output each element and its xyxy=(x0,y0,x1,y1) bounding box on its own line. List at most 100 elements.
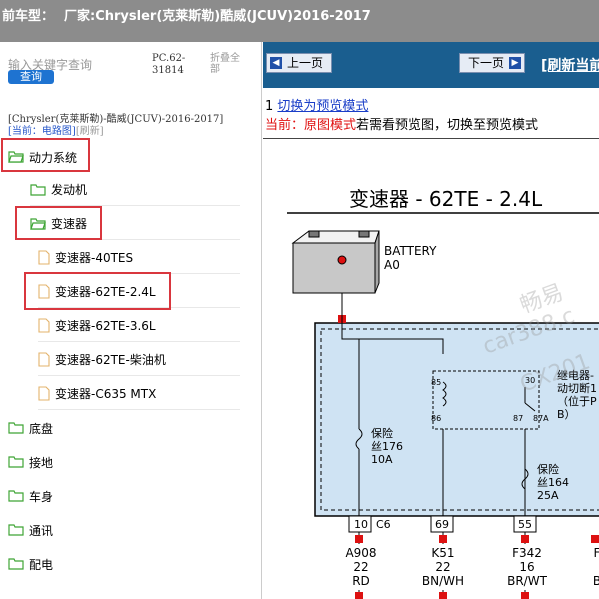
next-page-button[interactable]: 下一页 ▶ xyxy=(459,53,525,73)
left-panel: 输入关键字查询 查询 PC.62- 31814 折叠全 部 [Chrysler(… xyxy=(0,42,262,599)
document-icon xyxy=(38,352,50,367)
document-icon xyxy=(38,250,50,265)
switch-preview-link[interactable]: 切换为预览模式 xyxy=(277,99,368,114)
wire-f342-gauge: 16 xyxy=(519,560,534,574)
tree-item-trans-62te-36l[interactable]: 变速器-62TE-3.6L xyxy=(38,310,240,342)
collapse-all-button[interactable]: 折叠全 部 xyxy=(210,53,250,75)
current-mode-line: 当前：原图模式若需看预览图，切换至预览模式 xyxy=(265,114,538,133)
header-label: 前车型： xyxy=(2,9,55,24)
arrow-left-icon: ◀ xyxy=(270,57,282,69)
wire-a908-gauge: 22 xyxy=(353,560,368,574)
tree-item-trans-c635[interactable]: 变速器-C635 MTX xyxy=(38,378,240,410)
relay-pin-87: 87 xyxy=(513,414,523,423)
folder-icon xyxy=(8,456,24,468)
vehicle-model: Chrysler(克莱斯勒)酷威(JCUV)2016-2017 xyxy=(95,9,371,24)
relay-pin-87a: 87A xyxy=(533,414,549,423)
tree-item-label: 变速器-62TE-3.6L xyxy=(55,319,156,333)
fuse-164-label-2: 丝164 xyxy=(537,476,569,489)
fuse-164-label-1: 保险 xyxy=(537,462,559,476)
arrow-right-icon: ▶ xyxy=(509,57,521,69)
fuse-164-label-3: 25A xyxy=(537,489,559,502)
tree-item-communication[interactable]: 通讯 xyxy=(8,514,53,546)
search-button[interactable]: 查询 xyxy=(8,70,54,84)
current-mode-prefix: 当前： xyxy=(265,118,305,133)
right-panel: ◀ 上一页 下一页 ▶ [刷新当前 1 切换为预览模式 当前：原图模式若需看预览… xyxy=(263,42,599,599)
battery-icon xyxy=(291,230,380,294)
wire-labels: A908 22 RD K51 22 BN/WH F342 16 BR/WT F … xyxy=(345,544,599,590)
tree-item-label: 变速器-40TES xyxy=(55,251,134,265)
wire-a908-id: A908 xyxy=(345,546,376,560)
tree-item-power-distribution[interactable]: 配电 xyxy=(8,548,53,580)
vendor-label: 厂家: xyxy=(64,9,96,24)
relay-pin-85: 85 xyxy=(431,378,441,387)
relay-pin-86: 86 xyxy=(431,414,441,423)
prev-page-label: 上一页 xyxy=(287,56,324,70)
breadcrumb: [Chrysler(克莱斯勒)-酷威(JCUV)-2016-2017] [当前：… xyxy=(8,114,223,138)
wire-a908-color: RD xyxy=(352,574,370,588)
folder-icon xyxy=(30,183,46,196)
tree-item-ground[interactable]: 接地 xyxy=(8,446,53,478)
next-page-label: 下一页 xyxy=(468,56,505,70)
header-bar: 前车型： 厂家:Chrysler(克莱斯勒)酷威(JCUV)2016-2017 xyxy=(0,0,599,42)
connector-pin-69-label: 69 xyxy=(435,518,449,531)
connector-pin-10-label: 10 xyxy=(354,518,368,531)
refresh-current-link[interactable]: [刷新当前 xyxy=(541,55,599,75)
wire-marker-k51 xyxy=(439,535,447,543)
relay-label-3: （位于P xyxy=(557,394,597,408)
part-code-line1: PC.62- xyxy=(152,53,186,64)
refresh-tree-link[interactable]: [刷新] xyxy=(76,126,104,137)
mode-switch-line: 1 切换为预览模式 xyxy=(265,95,368,114)
wire-k51-gauge: 22 xyxy=(435,560,450,574)
tree-item-label: 接地 xyxy=(29,455,54,470)
wire-f342-id: F342 xyxy=(512,546,542,560)
wire-end-marker-a908 xyxy=(355,592,363,599)
highlight-box-selected-item xyxy=(24,272,171,310)
wire-k51-color: BN/WH xyxy=(422,574,464,588)
collapse-all-line2: 部 xyxy=(210,64,220,75)
connector-pin-55-label: 55 xyxy=(518,518,532,531)
wire-marker-f xyxy=(591,535,599,543)
fuse-176-label-2: 丝176 xyxy=(371,440,403,453)
folder-icon xyxy=(8,490,24,502)
folder-icon xyxy=(8,558,24,570)
wire-f-color: B xyxy=(593,574,599,588)
tree-item-label: 变速器-C635 MTX xyxy=(55,387,157,401)
relay-label-4: B） xyxy=(557,408,576,421)
document-icon xyxy=(38,386,50,401)
fuse-176-label-3: 10A xyxy=(371,453,393,466)
vehicle-info: 前车型： 厂家:Chrysler(克莱斯勒)酷威(JCUV)2016-2017 xyxy=(2,5,371,24)
document-icon xyxy=(38,318,50,333)
battery-code: A0 xyxy=(384,258,400,272)
nav-bar: ◀ 上一页 下一页 ▶ [刷新当前 xyxy=(263,42,599,88)
tree-item-label: 通讯 xyxy=(29,523,54,538)
tree-item-engine[interactable]: 发动机 xyxy=(30,174,240,206)
tree-item-label: 车身 xyxy=(29,489,54,504)
tree-item-trans-40tes[interactable]: 变速器-40TES xyxy=(38,242,240,274)
mode-index: 1 xyxy=(265,99,274,114)
fuse-176-label-1: 保险 xyxy=(371,426,393,440)
tree-item-chassis[interactable]: 底盘 xyxy=(8,412,53,444)
breadcrumb-path: [Chrysler(克莱斯勒)-酷威(JCUV)-2016-2017] xyxy=(8,114,224,125)
part-code: PC.62- 31814 xyxy=(152,53,185,77)
highlight-box-powertrain xyxy=(1,138,90,172)
part-code-line2: 31814 xyxy=(152,65,184,76)
wire-end-marker-f342 xyxy=(521,592,529,599)
tree-item-label: 发动机 xyxy=(51,183,88,197)
wire-f-id: F xyxy=(594,546,599,560)
tree-item-trans-62te-diesel[interactable]: 变速器-62TE-柴油机 xyxy=(38,344,240,376)
battery-label: BATTERY xyxy=(384,244,437,258)
wire-k51-id: K51 xyxy=(431,546,454,560)
collapse-all-line1: 折叠全 xyxy=(210,53,240,64)
current-view-link[interactable]: [当前：电路图] xyxy=(8,126,76,137)
tree-item-label: 配电 xyxy=(29,557,54,572)
connector-c6-label: C6 xyxy=(376,518,391,531)
wire-marker-f342 xyxy=(521,535,529,543)
tree-item-label: 变速器-62TE-柴油机 xyxy=(55,353,166,367)
tree-item-body[interactable]: 车身 xyxy=(8,480,53,512)
wire-marker-a908 xyxy=(355,535,363,543)
mode-hint: 若需看预览图，切换至预览模式 xyxy=(356,118,539,133)
wire-end-marker-k51 xyxy=(439,592,447,599)
wiring-diagram: 变速器 - 62TE - 2.4L BATTERY A0 85 86 30 87… xyxy=(263,138,599,599)
folder-icon xyxy=(8,422,24,434)
prev-page-button[interactable]: ◀ 上一页 xyxy=(266,53,332,73)
